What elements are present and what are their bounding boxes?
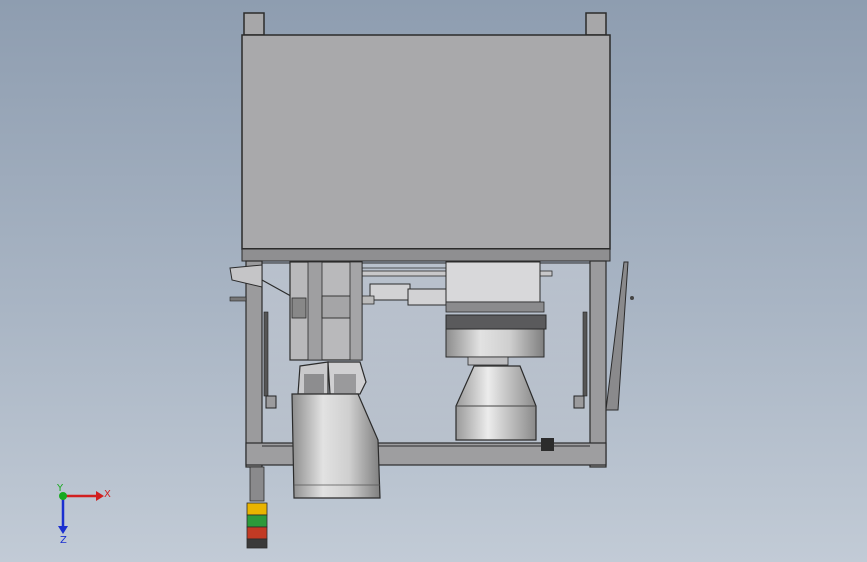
beacon-light-red xyxy=(246,526,268,540)
y-axis-label: Y xyxy=(56,483,64,494)
signal-beacon xyxy=(246,466,268,549)
upper-housing xyxy=(241,12,611,262)
enclosure-frame-right xyxy=(589,260,607,468)
z-axis-label: Z xyxy=(60,535,67,546)
enclosure-frame-left xyxy=(245,260,263,468)
knurled-ring xyxy=(445,314,547,330)
x-axis-label: X xyxy=(104,489,111,500)
housing-lip xyxy=(241,248,611,262)
beacon-light-green xyxy=(246,514,268,528)
mount-tab-right xyxy=(585,12,607,36)
housing-body xyxy=(241,34,611,250)
side-door xyxy=(605,261,629,411)
guide-rail-left xyxy=(263,311,269,397)
left-bracket xyxy=(229,264,263,288)
base-clamp-right xyxy=(541,438,554,451)
guide-rail-right xyxy=(582,311,588,397)
coordinate-triad[interactable]: X Y Z xyxy=(56,483,111,546)
cad-viewport[interactable]: X Y Z xyxy=(0,0,867,562)
beacon-light-yellow xyxy=(246,502,268,516)
mount-tab-left xyxy=(243,12,265,36)
nozzle-assembly xyxy=(445,261,547,441)
